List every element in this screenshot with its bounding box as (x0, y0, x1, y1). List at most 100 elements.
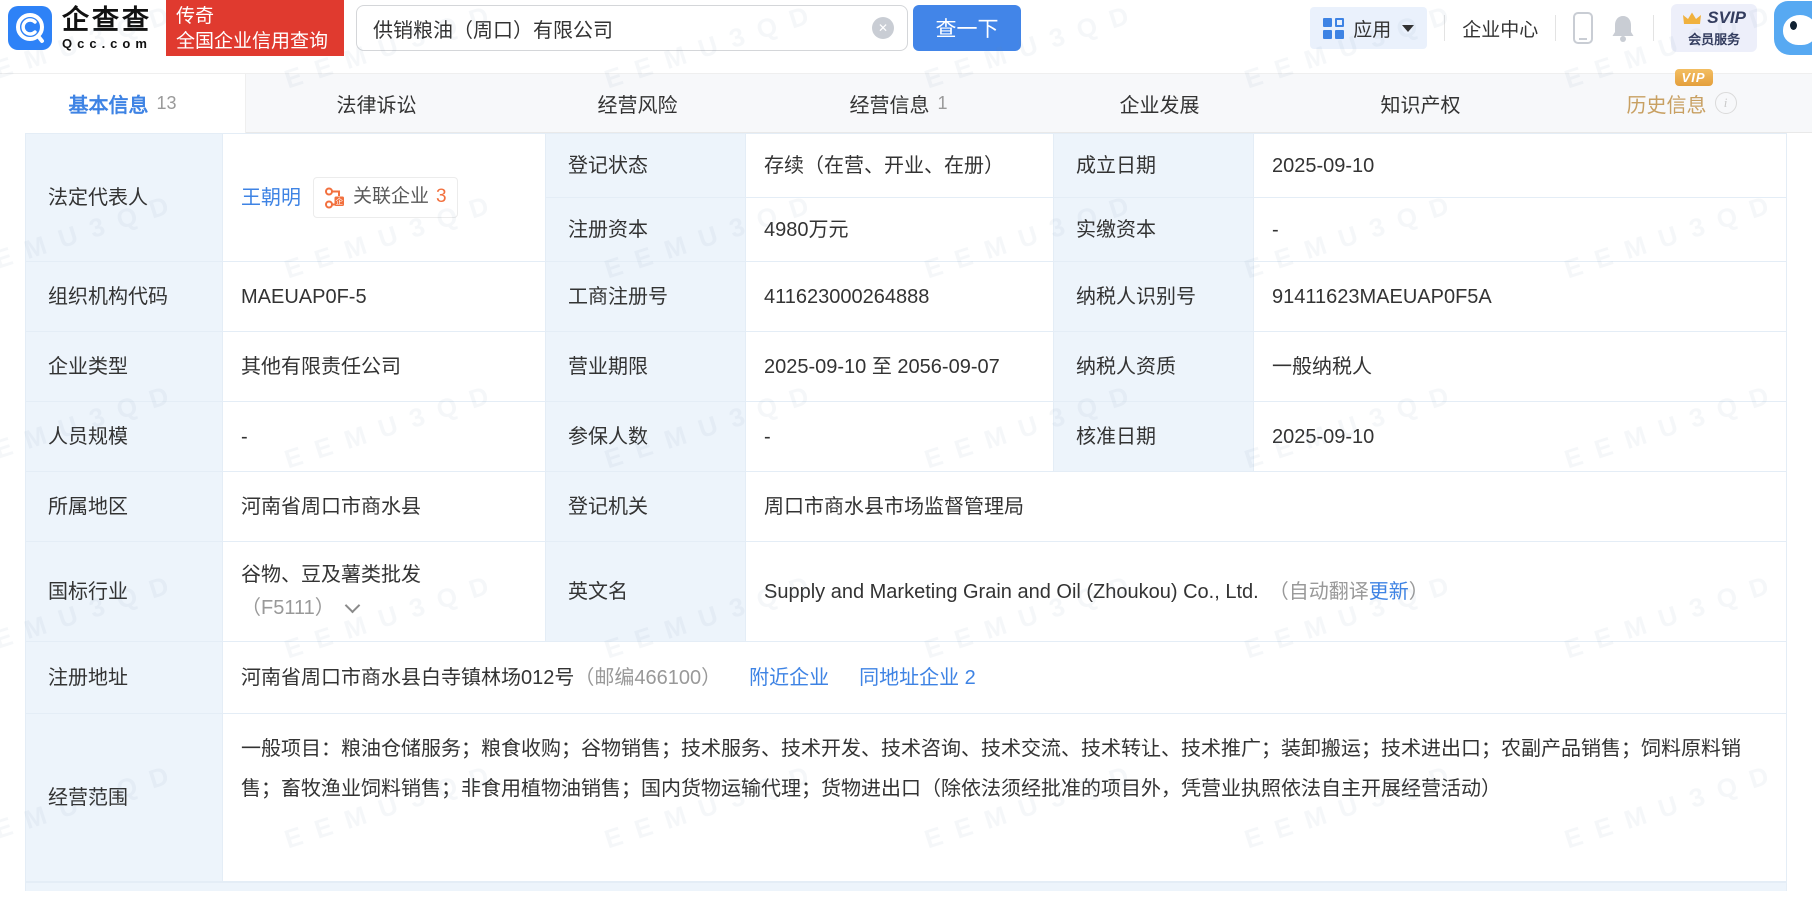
field-value: 存续（在营、开业、在册） (746, 134, 1054, 198)
translate-update-link[interactable]: 更新 (1369, 577, 1409, 607)
divider (1653, 15, 1655, 41)
tab-legal-litigation[interactable]: 法律诉讼 (246, 74, 507, 132)
field-value: 2025-09-10 (1254, 402, 1786, 472)
tab-label: 经营信息 (849, 94, 930, 117)
english-name-cell: Supply and Marketing Grain and Oil (Zhou… (746, 542, 1786, 642)
apps-label: 应用 (1353, 19, 1392, 41)
related-companies-count: 3 (436, 186, 447, 208)
tab-company-development[interactable]: 企业发展 (1029, 74, 1290, 132)
tab-count: 13 (156, 93, 177, 113)
section-tab-bar: 基本信息 13 法律诉讼 经营风险 经营信息 1 企业发展 知识产权 VIP 历… (0, 68, 1812, 133)
postal-code: （邮编466100） (574, 666, 722, 689)
expand-chevron-icon[interactable] (344, 597, 361, 614)
field-value: 4980万元 (746, 198, 1054, 262)
industry-code: （F5111） (241, 597, 335, 619)
field-value: - (1254, 198, 1786, 262)
svg-text:企: 企 (335, 196, 343, 206)
field-label: 参保人数 (546, 402, 746, 472)
info-icon[interactable]: i (1714, 92, 1737, 114)
same-address-companies-link[interactable]: 同地址企业 2 (859, 663, 976, 693)
crown-icon (1683, 12, 1702, 24)
industry-cell: 谷物、豆及薯类批发 （F5111） (223, 542, 546, 642)
promo-line1: 传奇 (176, 6, 215, 27)
site-header: 企查查 Qcc.com 传奇 全国企业信用查询 ✕ 查一下 应用 企业中心 (0, 0, 1812, 56)
header-right-nav: 应用 企业中心 SVIP 会员服务 (1310, 1, 1812, 55)
enterprise-center-link[interactable]: 企业中心 (1462, 15, 1538, 42)
address-cell: 河南省周口市商水县白寺镇林场012号 （邮编466100） 附近企业 同地址企业… (223, 642, 1786, 714)
search-box: ✕ (356, 5, 909, 51)
field-value: MAEUAP0F-5 (223, 262, 546, 332)
apps-grid-icon (1323, 17, 1345, 39)
apps-menu-button[interactable]: 应用 (1310, 7, 1428, 49)
field-value: 其他有限责任公司 (223, 332, 546, 402)
field-label: 实缴资本 (1054, 198, 1254, 262)
field-value: 2025-09-10 至 2056-09-07 (746, 332, 1054, 402)
tab-label: 知识产权 (1380, 94, 1461, 117)
field-value: 一般纳税人 (1254, 332, 1786, 402)
vip-badge: VIP (1674, 68, 1713, 86)
tab-label: 企业发展 (1119, 94, 1200, 117)
field-label: 企业类型 (26, 332, 223, 402)
search-button[interactable]: 查一下 (913, 5, 1022, 51)
field-label: 注册地址 (26, 642, 223, 714)
tab-history-info[interactable]: VIP 历史信息 i (1551, 68, 1812, 132)
tab-intellectual-property[interactable]: 知识产权 (1290, 74, 1551, 132)
tab-count: 1 (937, 92, 948, 113)
legal-rep-cell: 王朝明 企 关联企业 3 (223, 134, 546, 262)
org-chart-icon: 企 (325, 187, 344, 208)
field-value: 91411623MAEUAP0F5A (1254, 262, 1786, 332)
notification-bell-icon[interactable] (1610, 13, 1636, 43)
field-label: 国标行业 (26, 542, 223, 642)
business-scope-value: 一般项目：粮油仓储服务；粮食收购；谷物销售；技术服务、技术开发、技术咨询、技术交… (223, 714, 1786, 882)
tab-label: 法律诉讼 (336, 94, 417, 117)
tab-label: 经营风险 (597, 94, 678, 117)
field-label: 纳税人识别号 (1054, 262, 1254, 332)
clear-search-icon[interactable]: ✕ (872, 17, 895, 39)
field-value: 河南省周口市商水县 (223, 472, 546, 542)
chevron-down-icon (1402, 24, 1415, 32)
brand-name-en: Qcc.com (62, 35, 152, 51)
related-companies-label: 关联企业 (353, 186, 430, 208)
brand-name-cn: 企查查 (62, 4, 152, 35)
tab-label: 基本信息 (68, 95, 149, 117)
tab-operation-info[interactable]: 经营信息 1 (768, 74, 1029, 132)
field-label: 人员规模 (26, 402, 223, 472)
tab-basic-info[interactable]: 基本信息 13 (0, 74, 246, 133)
field-value: 周口市商水县市场监督管理局 (746, 472, 1786, 542)
field-value: - (746, 402, 1054, 472)
search-input[interactable] (356, 5, 909, 51)
tab-label: 历史信息 (1626, 94, 1707, 117)
tab-operation-risk[interactable]: 经营风险 (507, 74, 768, 132)
svip-label: SVIP (1707, 8, 1746, 27)
field-label: 登记机关 (546, 472, 746, 542)
field-value: 411623000264888 (746, 262, 1054, 332)
related-companies-button[interactable]: 企 关联企业 3 (313, 177, 458, 218)
address-value: 河南省周口市商水县白寺镇林场012号 (241, 666, 575, 689)
industry-value: 谷物、豆及薯类批发 (241, 564, 421, 586)
svip-sublabel: 会员服务 (1688, 32, 1741, 47)
auto-translate-note: （自动翻译 (1268, 580, 1369, 603)
field-label: 工商注册号 (546, 262, 746, 332)
field-label: 纳税人资质 (1054, 332, 1254, 402)
field-label: 营业期限 (546, 332, 746, 402)
field-label: 所属地区 (26, 472, 223, 542)
promo-line2: 全国企业信用查询 (176, 30, 329, 52)
legal-rep-link[interactable]: 王朝明 (241, 183, 301, 213)
brand-wordmark[interactable]: 企查查 Qcc.com (62, 4, 152, 51)
svip-member-button[interactable]: SVIP 会员服务 (1671, 4, 1757, 52)
divider (1555, 15, 1557, 41)
qcc-logo-icon[interactable] (8, 6, 52, 50)
field-value: 2025-09-10 (1254, 134, 1786, 198)
assistant-mascot-icon[interactable] (1774, 1, 1812, 55)
field-value: - (223, 402, 546, 472)
nearby-companies-link[interactable]: 附近企业 (749, 663, 829, 693)
field-label: 核准日期 (1054, 402, 1254, 472)
field-label: 法定代表人 (26, 134, 223, 262)
promo-banner: 传奇 全国企业信用查询 (166, 0, 345, 56)
field-label: 组织机构代码 (26, 262, 223, 332)
next-row-peek (25, 882, 1787, 891)
field-label: 成立日期 (1054, 134, 1254, 198)
english-name-value: Supply and Marketing Grain and Oil (Zhou… (764, 580, 1259, 603)
mobile-app-icon[interactable] (1573, 12, 1594, 44)
auto-translate-note-close: ） (1408, 580, 1429, 603)
